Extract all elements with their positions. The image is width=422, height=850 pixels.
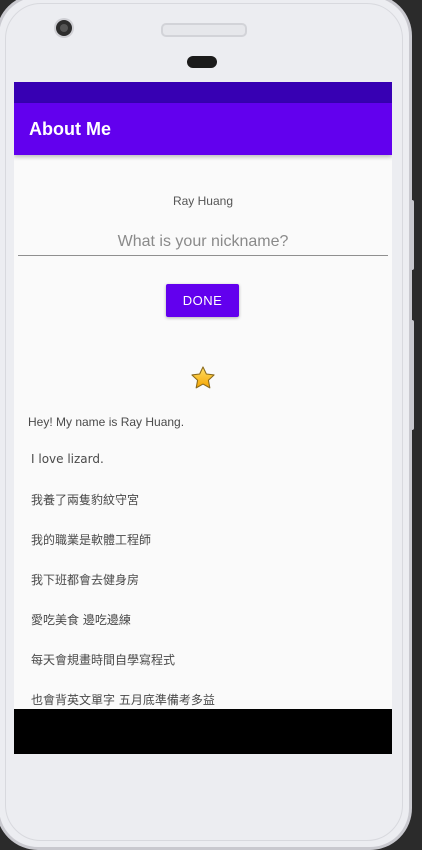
app-title: About Me	[29, 118, 111, 139]
bio-line: 每天會規畫時間自學寫程式	[31, 653, 176, 667]
bio-line: I love lizard.	[31, 452, 104, 466]
bio-line: 我下班都會去健身房	[31, 573, 140, 587]
app-screen: About Me Ray Huang DONE Hey! My name is …	[14, 82, 392, 754]
front-camera	[56, 20, 72, 36]
bio-line: 我的職業是軟體工程師	[31, 533, 152, 547]
bio-line: 也會背英文單字 五月底準備考多益	[31, 693, 215, 707]
done-button[interactable]: DONE	[166, 284, 239, 317]
proximity-sensor	[187, 56, 217, 68]
status-bar	[14, 82, 392, 103]
navigation-bar	[14, 709, 392, 754]
earpiece-speaker	[161, 23, 247, 37]
bio-line: 我養了兩隻豹紋守宮	[31, 493, 140, 507]
name-text: Ray Huang	[172, 194, 234, 208]
volume-button[interactable]	[410, 200, 414, 270]
nickname-input[interactable]	[18, 229, 388, 256]
bio-intro: Hey! My name is Ray Huang.	[28, 415, 185, 429]
star-icon	[191, 366, 215, 389]
power-button[interactable]	[410, 320, 414, 430]
app-bar: About Me	[14, 103, 392, 155]
main-content: Ray Huang DONE Hey! My name is Ray Huang…	[14, 155, 392, 710]
bio-line: 愛吃美食 邊吃邊練	[31, 613, 131, 627]
